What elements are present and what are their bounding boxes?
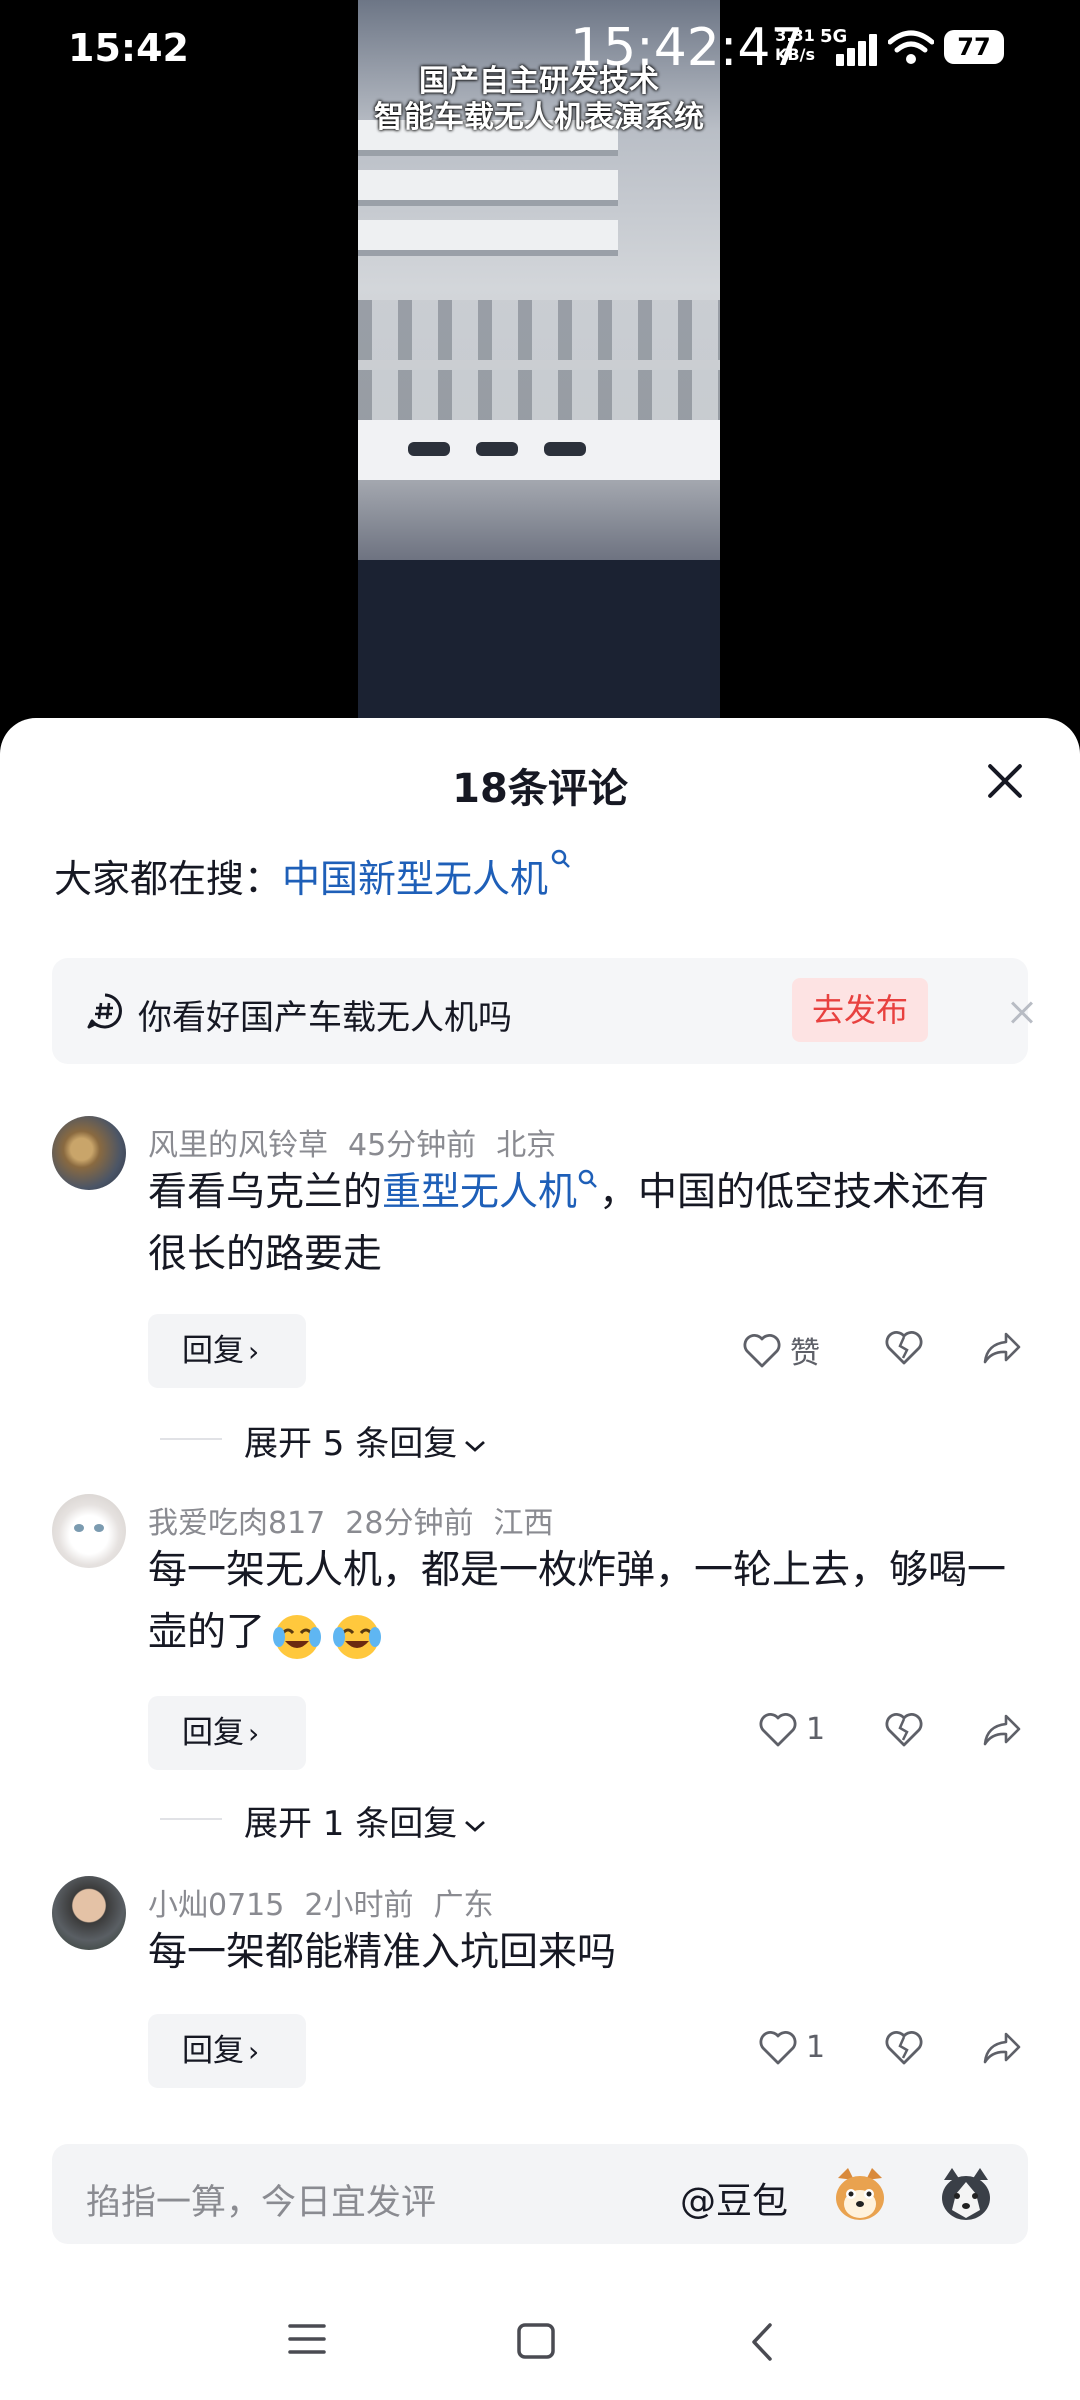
laughing-crying-emoji <box>333 1614 382 1659</box>
dislike-button[interactable] <box>884 2028 924 2066</box>
comments-title: 18条评论 <box>452 766 628 812</box>
publish-button[interactable]: 去发布 <box>792 978 928 1042</box>
home-square-icon[interactable] <box>516 2322 556 2360</box>
topic-prompt-card: 你看好国产车载无人机吗 去发布 <box>52 958 1028 1064</box>
dismiss-topic-icon[interactable] <box>1008 998 1036 1026</box>
husky-emoji-icon[interactable] <box>936 2164 996 2224</box>
like-button[interactable]: 1 <box>758 1710 825 1748</box>
dislike-button[interactable] <box>884 1710 924 1748</box>
status-bar: 15:42 15:42:47 3.31 KB/s 5G 77 <box>0 0 1080 100</box>
comment-text: 看看乌克兰的重型无人机 ，中国的低空技术还有很长的路要走 <box>148 1162 1028 1286</box>
share-arrow-icon <box>983 2032 1021 2064</box>
broken-heart-icon <box>885 1713 923 1747</box>
search-small-icon <box>578 1169 597 1188</box>
system-nav-bar <box>0 2278 1080 2400</box>
laughing-crying-emoji <box>273 1614 322 1659</box>
comment-meta: 小灿0715 2小时前 广东 <box>148 1880 513 1924</box>
chevron-right-icon: › <box>248 1717 260 1750</box>
close-icon[interactable] <box>978 754 1032 808</box>
search-small-icon <box>551 849 570 868</box>
hashtag-chat-icon <box>87 993 122 1029</box>
comment-text: 每一架都能精准入坑回来吗 <box>148 1930 617 1975</box>
heart-icon <box>759 1713 797 1747</box>
dislike-button[interactable] <box>884 1328 924 1366</box>
comment-meta: 风里的风铃草 45分钟前 北京 <box>148 1120 576 1164</box>
signal-icon <box>836 32 880 66</box>
heart-icon <box>743 1334 781 1368</box>
shiba-emoji-icon[interactable] <box>830 2164 890 2224</box>
comment-location: 江西 <box>493 1506 554 1541</box>
heart-icon <box>759 2031 797 2065</box>
topic-prompt-text: 你看好国产车载无人机吗 <box>138 998 512 1038</box>
reply-button[interactable]: 回复 › <box>148 2014 306 2088</box>
reply-button[interactable]: 回复 › <box>148 1314 306 1388</box>
comment-time: 28分钟前 <box>345 1506 474 1541</box>
back-chevron-icon[interactable] <box>748 2322 776 2362</box>
like-button[interactable]: 赞 <box>742 1328 820 1372</box>
comment-location: 北京 <box>496 1128 557 1163</box>
chevron-right-icon: › <box>248 1335 260 1368</box>
hot-search-label: 大家都在搜： <box>54 857 283 901</box>
status-time: 15:42 <box>68 26 189 70</box>
comment-text: 每一架无人机，都是一枚炸弹，一轮上去，够喝一壶的了 <box>148 1540 1028 1664</box>
comment-input-placeholder: 掐指一算，今日宜发评 <box>86 2183 437 2223</box>
broken-heart-icon <box>885 1331 923 1365</box>
at-mention-button[interactable]: @豆包 <box>680 2172 788 2224</box>
share-button[interactable] <box>982 2030 1022 2066</box>
comment-text-part: 看看乌克兰的 <box>148 1170 383 1215</box>
reply-label: 回复 <box>182 1333 244 1369</box>
share-button[interactable] <box>982 1330 1022 1366</box>
comment-time: 2小时前 <box>304 1888 414 1923</box>
comment-time: 45分钟前 <box>348 1128 477 1163</box>
comment-location: 广东 <box>433 1888 494 1923</box>
broken-heart-icon <box>885 2031 923 2065</box>
hot-search: 大家都在搜：中国新型无人机 <box>54 848 572 903</box>
comments-sheet: 18条评论 大家都在搜：中国新型无人机 你看好国产车载无人机吗 去发布 风里的风… <box>0 718 1080 2400</box>
video-platform <box>358 420 720 480</box>
like-count: 1 <box>806 1711 826 1747</box>
comment-input[interactable]: 掐指一算，今日宜发评 @豆包 <box>52 2144 1028 2244</box>
net-speed: 3.31 KB/s <box>775 26 815 64</box>
battery-icon: 77 <box>944 30 1004 64</box>
clock-overlay: 15:42:47 <box>570 18 804 78</box>
net-speed-unit: KB/s <box>775 45 815 64</box>
expand-replies-label: 展开 5 条回复 <box>244 1424 458 1464</box>
chevron-down-icon <box>465 1440 486 1452</box>
menu-icon[interactable] <box>288 2322 326 2356</box>
comment-user[interactable]: 小灿0715 <box>148 1888 284 1923</box>
expand-replies-label: 展开 1 条回复 <box>244 1804 458 1844</box>
comment-meta: 我爱吃肉817 28分钟前 江西 <box>148 1498 573 1542</box>
video-rack <box>358 220 618 256</box>
share-arrow-icon <box>983 1714 1021 1746</box>
comment-search-link[interactable]: 重型无人机 <box>382 1170 577 1215</box>
video-drones <box>358 300 720 360</box>
chevron-down-icon <box>465 1820 486 1832</box>
net-speed-value: 3.31 <box>775 26 815 45</box>
like-count: 1 <box>806 2029 826 2065</box>
avatar[interactable] <box>52 1494 126 1568</box>
hot-search-link[interactable]: 中国新型无人机 <box>282 857 548 901</box>
share-arrow-icon <box>983 1332 1021 1364</box>
reply-button[interactable]: 回复 › <box>148 1696 306 1770</box>
avatar[interactable] <box>52 1876 126 1950</box>
avatar[interactable] <box>52 1116 126 1190</box>
like-label: 赞 <box>790 1336 820 1371</box>
wifi-icon <box>888 30 934 64</box>
reply-label: 回复 <box>182 1715 244 1751</box>
reply-label: 回复 <box>182 2033 244 2069</box>
comment-user[interactable]: 风里的风铃草 <box>148 1128 328 1163</box>
chevron-right-icon: › <box>248 2035 260 2068</box>
like-button[interactable]: 1 <box>758 2028 825 2066</box>
video-rack <box>358 170 618 206</box>
comment-user[interactable]: 我爱吃肉817 <box>148 1506 325 1541</box>
share-button[interactable] <box>982 1712 1022 1748</box>
video-player[interactable]: 国产自主研发技术 智能车载无人机表演系统 <box>0 0 1080 720</box>
video-truck <box>358 560 720 720</box>
